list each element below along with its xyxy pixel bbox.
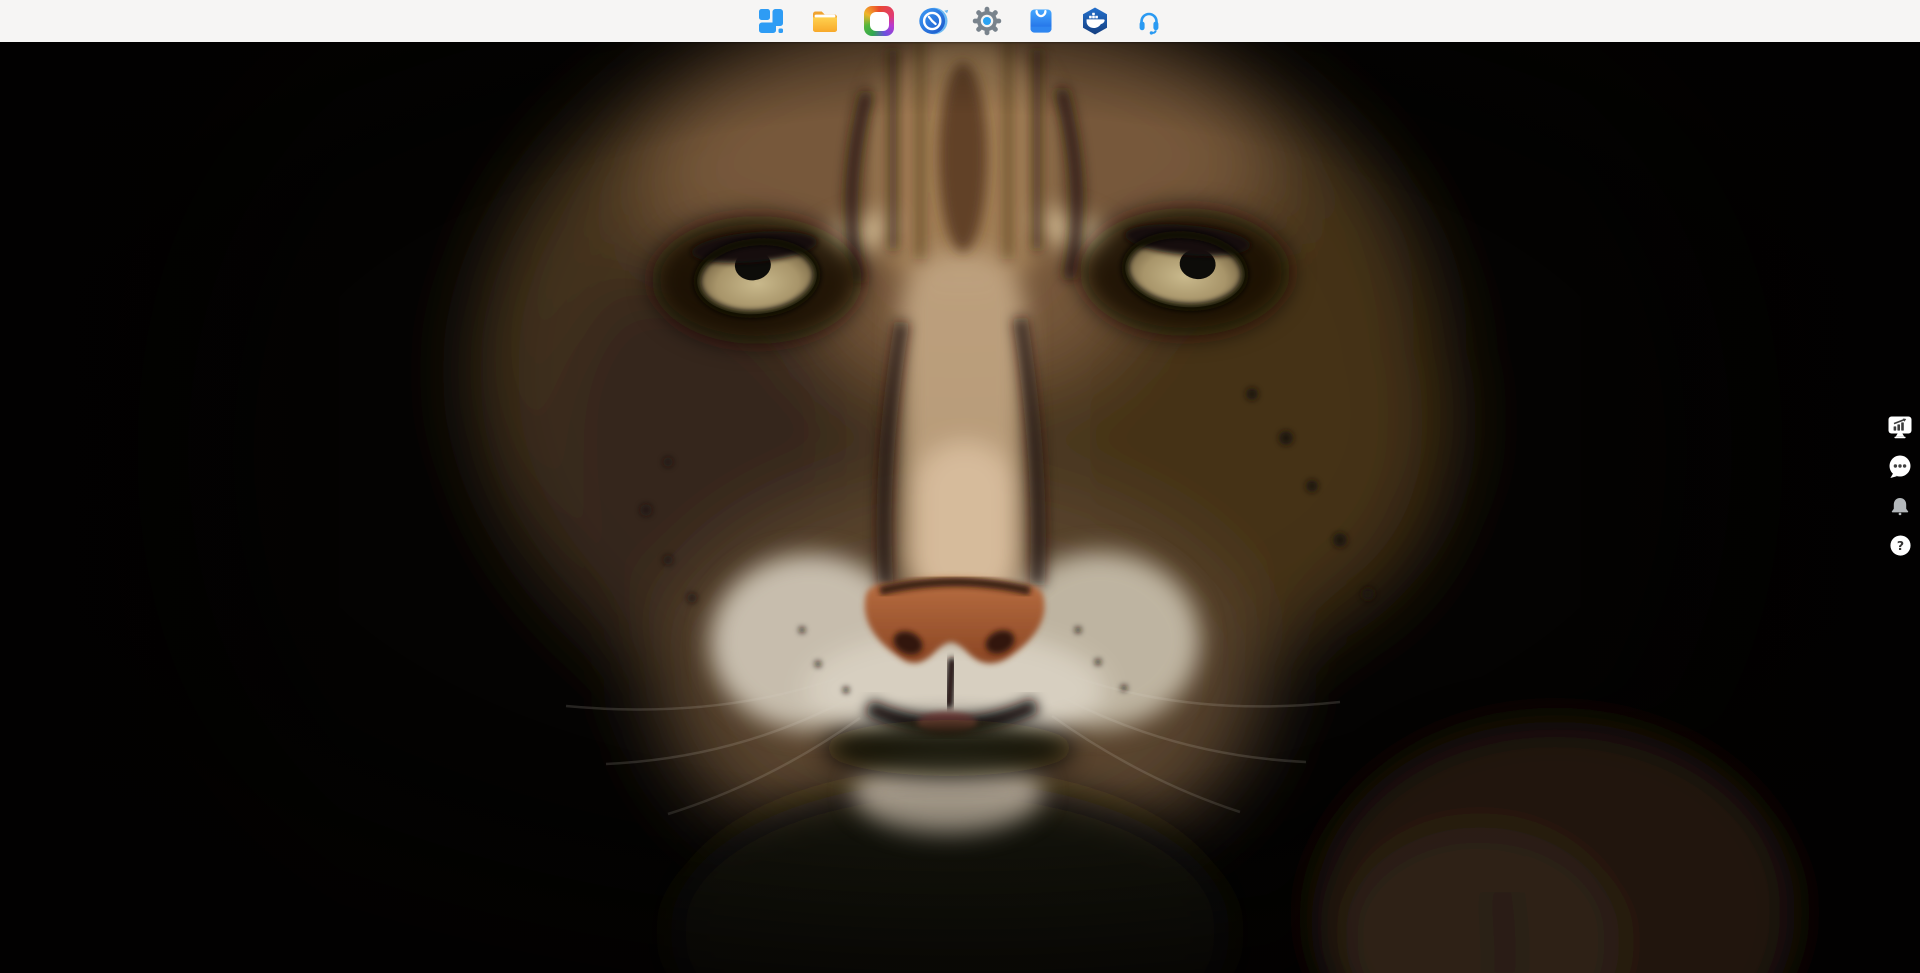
dock-item-app-store[interactable]: [1026, 6, 1056, 36]
folder-icon: [810, 6, 840, 36]
dock-item-clock[interactable]: [918, 6, 948, 36]
dock-item-settings[interactable]: [972, 6, 1002, 36]
clock-icon: [918, 6, 948, 36]
dock: [756, 6, 1164, 36]
desktop: [0, 42, 1920, 973]
screen-performance-widget[interactable]: [1887, 415, 1913, 439]
side-widget-panel: ?: [1887, 415, 1913, 557]
question-mark-icon: ?: [1889, 534, 1912, 557]
help-glyph: ?: [1896, 538, 1903, 553]
monitor-chart-icon: [1887, 415, 1913, 439]
shopping-bag-icon: [1026, 6, 1056, 36]
messages-widget[interactable]: [1887, 454, 1913, 480]
docker-whale-icon: [1080, 6, 1110, 36]
headset-icon: [1134, 6, 1164, 36]
lynx-wallpaper: [0, 42, 1920, 973]
bell-icon: [1888, 495, 1912, 519]
notifications-widget[interactable]: [1888, 495, 1912, 519]
photo-album-icon: [864, 6, 894, 36]
dock-item-file-manager[interactable]: [810, 6, 840, 36]
gear-icon: [972, 6, 1002, 36]
dock-item-containers[interactable]: [1080, 6, 1110, 36]
chat-bubble-icon: [1887, 454, 1913, 480]
dock-item-support[interactable]: [1134, 6, 1164, 36]
dock-item-launcher[interactable]: [756, 6, 786, 36]
taskbar: [0, 0, 1920, 42]
launcher-grid-icon: [756, 6, 786, 36]
help-widget[interactable]: ?: [1889, 534, 1912, 557]
dock-item-album[interactable]: [864, 6, 894, 36]
